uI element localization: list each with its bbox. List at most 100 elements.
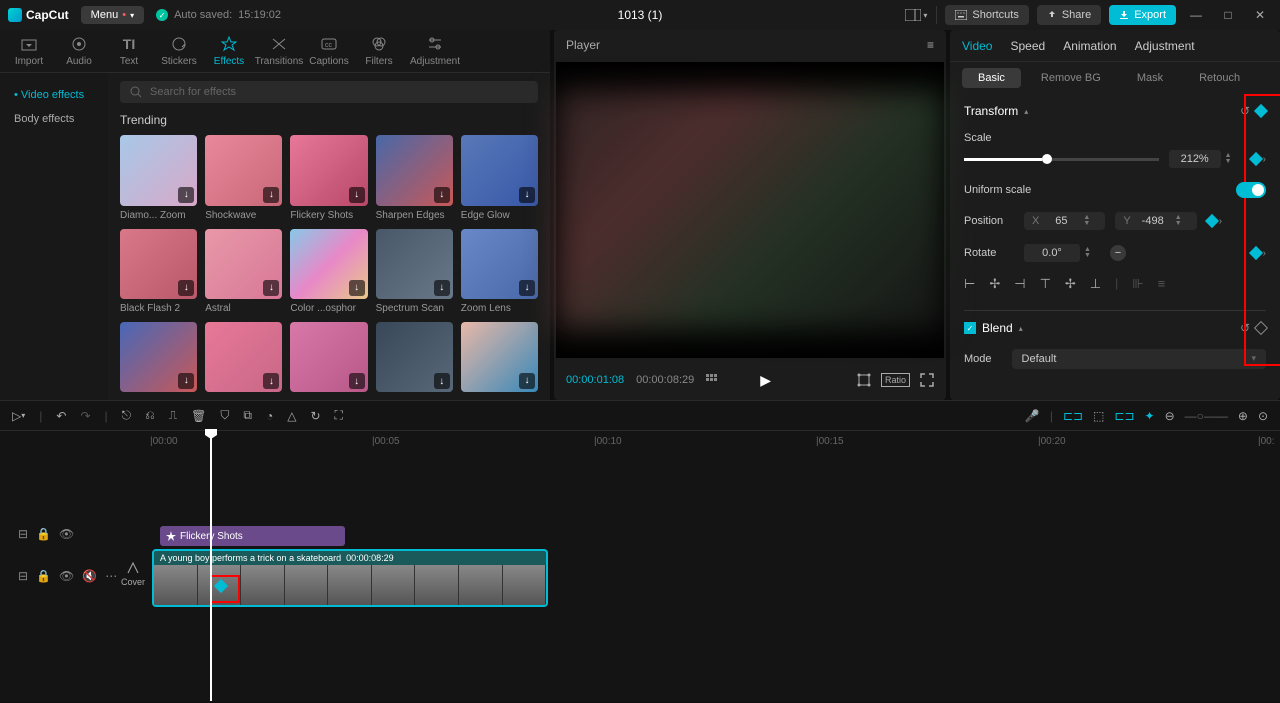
selection-tool[interactable]: ▷ ▾ <box>12 409 25 423</box>
mute-icon[interactable]: 🔇 <box>82 569 97 583</box>
align-center-v-icon[interactable]: ✢ <box>1065 276 1076 292</box>
magnet-on-icon[interactable]: ⊏⊐ <box>1063 409 1083 423</box>
download-icon[interactable]: ↓ <box>519 373 535 389</box>
scale-icon[interactable] <box>857 373 871 387</box>
visibility-icon[interactable]: 👁 <box>59 569 74 583</box>
scale-slider[interactable] <box>964 158 1159 161</box>
effect-item[interactable]: ↓ <box>461 322 538 392</box>
distribute-h-icon[interactable]: ⊪ <box>1132 276 1143 292</box>
rotate-icon[interactable]: ↻ <box>310 409 320 423</box>
effect-item[interactable]: ↓ <box>205 322 282 392</box>
zoom-in-icon[interactable]: ⊕ <box>1238 409 1248 423</box>
player-menu-icon[interactable]: ≡ <box>927 38 934 52</box>
download-icon[interactable]: ↓ <box>263 280 279 296</box>
visibility-icon[interactable]: 👁 <box>59 527 74 541</box>
scale-stepper[interactable]: ▲▼ <box>1225 153 1239 165</box>
undo-button[interactable]: ↶ <box>56 409 66 423</box>
delete-icon[interactable]: 🗑 <box>191 409 206 423</box>
snap-icon[interactable]: ⊏⊐ <box>1114 409 1134 423</box>
tab-transitions[interactable]: Transitions <box>254 30 304 72</box>
layout-icon[interactable]: ▾ <box>904 3 928 27</box>
keyframe-blend[interactable] <box>1254 321 1268 335</box>
keyframe-position[interactable] <box>1205 214 1219 228</box>
keyframe-transform[interactable] <box>1254 104 1268 118</box>
lock-icon[interactable]: 🔒 <box>36 569 51 583</box>
align-bottom-icon[interactable]: ⊥ <box>1090 276 1101 292</box>
close-button[interactable]: ✕ <box>1248 3 1272 27</box>
distribute-v-icon[interactable]: ≡ <box>1158 276 1166 292</box>
tab-animation[interactable]: Animation <box>1063 39 1116 53</box>
download-icon[interactable]: ↓ <box>263 187 279 203</box>
timeline-ruler[interactable]: |00:00 |00:05 |00:10 |00:15 |00:20 |00: <box>0 431 1280 451</box>
speed-icon[interactable]: ◔ <box>266 409 273 423</box>
tab-stickers[interactable]: Stickers <box>154 30 204 72</box>
mic-icon[interactable]: 🎤 <box>1025 409 1040 423</box>
effect-item[interactable]: ↓Edge Glow <box>461 135 538 220</box>
download-icon[interactable]: ↓ <box>178 280 194 296</box>
tab-speed[interactable]: Speed <box>1010 39 1045 53</box>
cut-right-icon[interactable]: ⎍ <box>169 408 177 423</box>
download-icon[interactable]: ↓ <box>434 280 450 296</box>
maximize-button[interactable]: □ <box>1216 3 1240 27</box>
crop-icon[interactable]: ⛶ <box>335 408 343 423</box>
ratio-button[interactable]: Ratio <box>881 373 910 387</box>
effect-item[interactable]: ↓ <box>290 322 367 392</box>
playhead[interactable] <box>210 431 212 701</box>
position-y-input[interactable]: Y-498▲▼ <box>1115 212 1196 230</box>
mirror-icon[interactable]: △ <box>287 409 296 423</box>
more-icon[interactable]: ⋯ <box>105 569 117 583</box>
rotate-value[interactable]: 0.0° <box>1024 244 1080 262</box>
effect-item[interactable]: ↓ <box>376 322 453 392</box>
scale-value[interactable]: 212% <box>1169 150 1221 168</box>
uniform-scale-toggle[interactable] <box>1236 182 1266 198</box>
blend-section[interactable]: ✓ Blend▴ ↺ <box>964 321 1266 335</box>
share-button[interactable]: Share <box>1037 5 1101 25</box>
rotate-reset[interactable]: − <box>1110 245 1126 261</box>
effect-clip[interactable]: Flickery Shots <box>160 526 345 546</box>
tab-adjustment[interactable]: Adjustment <box>404 30 466 72</box>
tab-adjustment[interactable]: Adjustment <box>1135 39 1195 53</box>
track-toggle-icon[interactable]: ⊟ <box>18 569 28 583</box>
split-icon[interactable]: ⎋ <box>122 408 132 423</box>
tab-audio[interactable]: Audio <box>54 30 104 72</box>
blend-mode-select[interactable]: Default▾ <box>1012 349 1266 369</box>
lock-icon[interactable]: 🔒 <box>36 527 51 541</box>
next-kf-rot-icon[interactable]: › <box>1263 248 1266 259</box>
tab-text[interactable]: TIText <box>104 30 154 72</box>
effect-item[interactable]: ↓Black Flash 2 <box>120 229 197 314</box>
cover-button[interactable]: Cover <box>118 561 148 587</box>
effect-item[interactable]: ↓Astral <box>205 229 282 314</box>
sidebar-item-video-effects[interactable]: • Video effects <box>6 83 102 107</box>
grid-icon[interactable] <box>706 374 718 386</box>
minimize-button[interactable]: — <box>1184 3 1208 27</box>
align-top-icon[interactable]: ⊤ <box>1040 276 1051 292</box>
effect-item[interactable]: ↓Shockwave <box>205 135 282 220</box>
rotate-stepper[interactable]: ▲▼ <box>1084 247 1098 259</box>
keyframe-scale[interactable] <box>1249 152 1263 166</box>
subtab-mask[interactable]: Mask <box>1121 68 1179 88</box>
align-left-icon[interactable]: ⊢ <box>964 276 975 292</box>
download-icon[interactable]: ↓ <box>263 373 279 389</box>
menu-button[interactable]: Menu•▾ <box>81 6 144 24</box>
tab-effects[interactable]: Effects <box>204 30 254 72</box>
copy-icon[interactable]: ⧉ <box>243 408 252 423</box>
tab-import[interactable]: Import <box>4 30 54 72</box>
video-preview[interactable] <box>556 62 944 358</box>
subtab-retouch[interactable]: Retouch <box>1183 68 1256 88</box>
tab-filters[interactable]: Filters <box>354 30 404 72</box>
search-input[interactable]: Search for effects <box>120 81 538 103</box>
tab-video[interactable]: Video <box>962 39 992 53</box>
keyframe-rotate[interactable] <box>1249 246 1263 260</box>
fit-icon[interactable]: ⊙ <box>1258 409 1268 423</box>
download-icon[interactable]: ↓ <box>434 187 450 203</box>
transform-section[interactable]: Transform▴ ↺ <box>964 104 1266 118</box>
download-icon[interactable]: ↓ <box>519 187 535 203</box>
download-icon[interactable]: ↓ <box>349 373 365 389</box>
position-x-input[interactable]: X65▲▼ <box>1024 212 1105 230</box>
next-kf-pos-icon[interactable]: › <box>1219 216 1222 227</box>
reset-transform-icon[interactable]: ↺ <box>1240 104 1250 118</box>
effect-item[interactable]: ↓ <box>120 322 197 392</box>
blend-checkbox[interactable]: ✓ <box>964 322 976 334</box>
effect-item[interactable]: ↓Sharpen Edges <box>376 135 453 220</box>
download-icon[interactable]: ↓ <box>349 187 365 203</box>
